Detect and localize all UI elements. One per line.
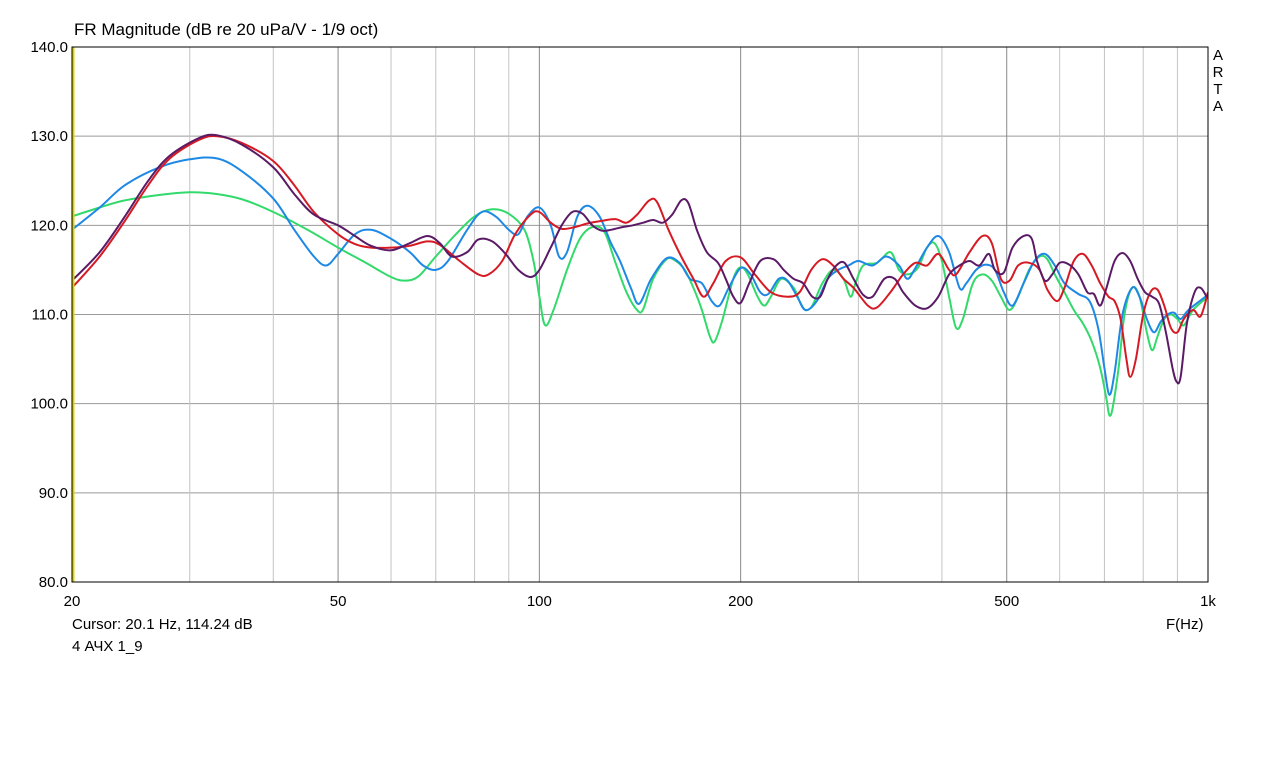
- x-tick-label: 50: [330, 593, 347, 610]
- series-group: [72, 133, 1208, 417]
- x-tick-label: 200: [728, 593, 753, 610]
- y-tick-label: 110.0: [32, 307, 68, 324]
- series-line: [72, 156, 1208, 396]
- plot-area[interactable]: [72, 133, 1208, 417]
- y-tick-labels: 80.0 90.0 100.0 110.0 120.0 130.0 140.0: [30, 39, 68, 591]
- brand-letter: R: [1212, 64, 1224, 81]
- y-tick-label: 130.0: [30, 128, 68, 145]
- brand-letter: T: [1213, 81, 1223, 98]
- arta-brand: A R T A: [1212, 47, 1224, 115]
- y-tick-label: 140.0: [30, 39, 68, 56]
- chart-title: FR Magnitude (dB re 20 uPa/V - 1/9 oct): [74, 20, 379, 39]
- x-tick-labels: 20 50 100 200 500 1k: [64, 593, 1217, 610]
- grid: [71, 46, 1209, 583]
- y-tick-label: 120.0: [30, 217, 68, 234]
- cursor-readout: Cursor: 20.1 Hz, 114.24 dB: [72, 616, 253, 633]
- x-tick-label: 500: [994, 593, 1019, 610]
- brand-letter: A: [1212, 47, 1223, 64]
- y-tick-label: 100.0: [30, 396, 68, 413]
- x-tick-label: 100: [527, 593, 552, 610]
- x-tick-label: 1k: [1200, 593, 1216, 610]
- fr-magnitude-chart: 80.0 90.0 100.0 110.0 120.0 130.0 140.0 20 50 10…: [30, 39, 1217, 610]
- y-tick-label: 90.0: [39, 485, 68, 502]
- series-caption: 4 АЧХ 1_9: [72, 638, 143, 655]
- y-tick-label: 80.0: [39, 574, 68, 591]
- x-tick-label: 20: [64, 593, 81, 610]
- brand-letter: A: [1212, 98, 1223, 115]
- x-axis-label: F(Hz): [1166, 616, 1204, 633]
